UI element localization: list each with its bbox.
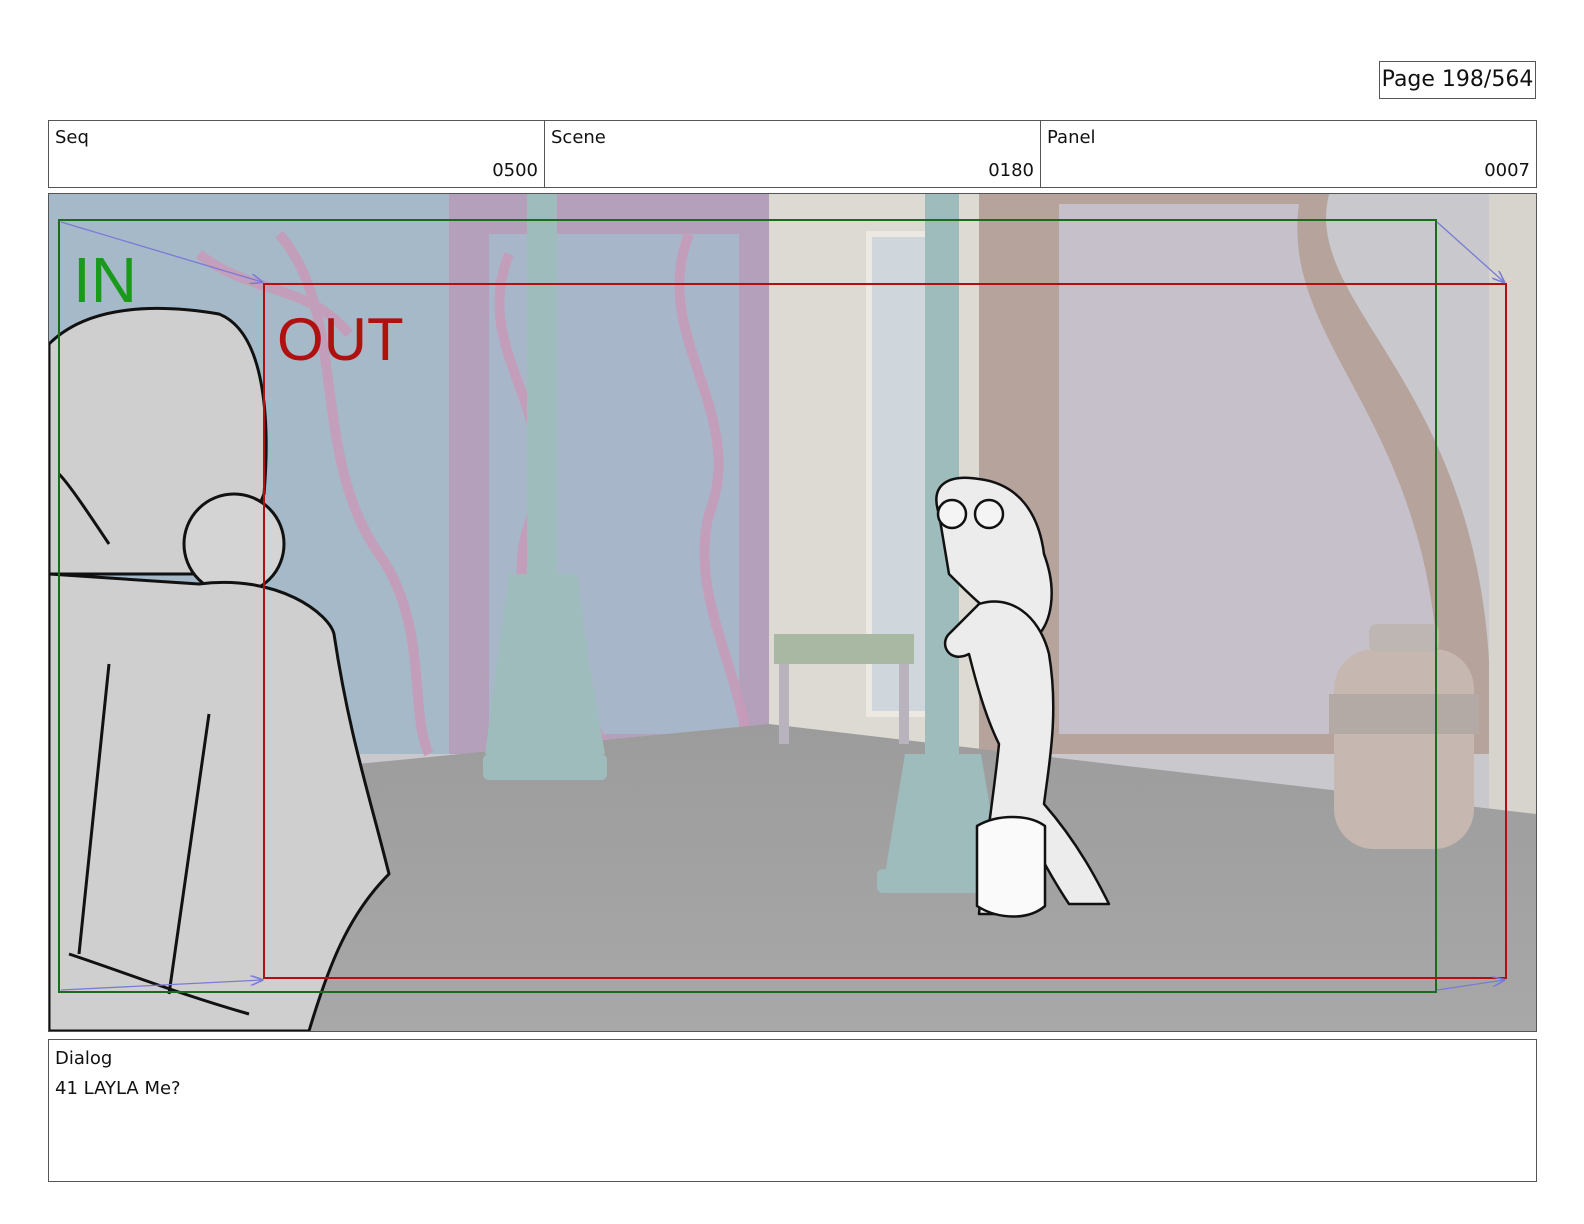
- seq-label: Seq: [55, 127, 89, 148]
- panel-cell: Panel 0007: [1041, 121, 1536, 187]
- page-number: Page 198/564: [1379, 61, 1536, 99]
- storyboard-frame: IN OUT: [48, 193, 1537, 1032]
- panel-label: Panel: [1047, 127, 1096, 148]
- in-label: IN: [73, 244, 137, 316]
- dialog-line: 41 LAYLA Me?: [55, 1078, 181, 1099]
- right-edge-wall: [1489, 194, 1536, 814]
- urn: [1329, 624, 1479, 849]
- seq-value: 0500: [492, 160, 538, 181]
- out-label: OUT: [277, 306, 404, 373]
- storyboard-drawing: IN OUT: [49, 194, 1536, 1031]
- shot-info-bar: Seq 0500 Scene 0180 Panel 0007: [48, 120, 1537, 188]
- dialog-box: Dialog 41 LAYLA Me?: [48, 1039, 1537, 1182]
- seq-cell: Seq 0500: [49, 121, 545, 187]
- scene-label: Scene: [551, 127, 606, 148]
- scene-cell: Scene 0180: [545, 121, 1041, 187]
- panel-value: 0007: [1484, 160, 1530, 181]
- scene-value: 0180: [988, 160, 1034, 181]
- dialog-label: Dialog: [55, 1048, 113, 1069]
